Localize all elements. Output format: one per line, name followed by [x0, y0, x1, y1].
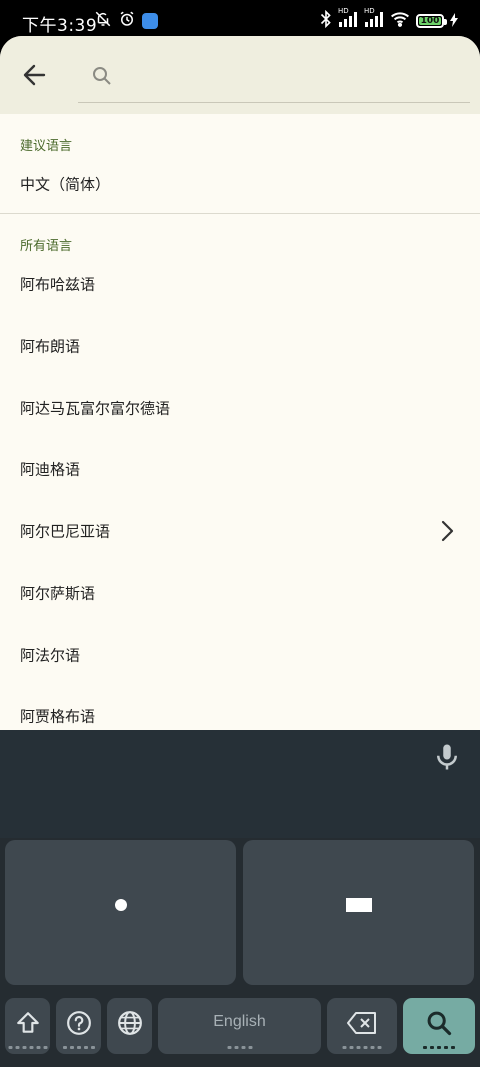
- dash-icon: [345, 898, 372, 913]
- globe-icon: [117, 1011, 142, 1036]
- language-label: 阿法尔语: [20, 646, 81, 665]
- search-field[interactable]: [78, 50, 470, 103]
- signal-label: HD: [338, 7, 349, 15]
- status-left-icons: [94, 10, 158, 32]
- dot-icon: [114, 899, 127, 912]
- language-label: 阿尔巴尼亚语: [20, 522, 111, 541]
- backspace-icon: [347, 1012, 376, 1035]
- status-time: 下午3:39: [22, 16, 98, 36]
- search-action-key[interactable]: [403, 998, 475, 1054]
- charging-icon: [450, 12, 458, 31]
- back-arrow-icon: [23, 64, 46, 86]
- search-icon: [92, 66, 112, 86]
- list-item[interactable]: 阿贾格布语: [0, 686, 480, 730]
- search-toolbar: [0, 36, 480, 114]
- backspace-key[interactable]: [327, 998, 397, 1054]
- battery-level: 100: [420, 16, 440, 26]
- language-label: 阿达马瓦富尔富尔德语: [20, 399, 171, 418]
- chevron-right-icon: [440, 520, 454, 542]
- list-item[interactable]: 中文（简体）: [0, 154, 480, 214]
- battery-icon: 100: [416, 14, 447, 28]
- dash-key[interactable]: [243, 840, 474, 985]
- wifi-icon: [390, 11, 410, 31]
- status-right-icons: HD HD 100: [320, 7, 458, 32]
- language-label: 阿迪格语: [20, 460, 81, 479]
- list-item[interactable]: 阿尔萨斯语: [0, 563, 480, 623]
- section-divider: [0, 213, 480, 214]
- signal-icon: HD: [364, 7, 384, 31]
- keyboard-suggestion-strip: [0, 730, 480, 838]
- language-label: 阿尔萨斯语: [20, 584, 96, 603]
- bluetooth-icon: [320, 9, 332, 32]
- language-label: 中文（简体）: [20, 175, 111, 194]
- help-icon: [66, 1011, 91, 1036]
- app-notification-icon: [142, 13, 158, 29]
- keyboard: English: [0, 730, 480, 1067]
- list-item[interactable]: 阿布朗语: [0, 316, 480, 376]
- list-item[interactable]: 阿达马瓦富尔富尔德语: [0, 378, 480, 438]
- suggested-languages-header: 建议语言: [20, 139, 73, 154]
- bell-off-icon: [94, 10, 112, 32]
- back-button[interactable]: [18, 60, 52, 90]
- help-key[interactable]: [56, 998, 101, 1054]
- list-item[interactable]: 阿布哈兹语: [0, 254, 480, 314]
- search-icon: [427, 1011, 452, 1036]
- microphone-button[interactable]: [432, 742, 462, 772]
- search-input[interactable]: [124, 60, 458, 94]
- dot-key[interactable]: [5, 840, 236, 985]
- all-languages-header: 所有语言: [20, 239, 73, 254]
- list-item[interactable]: 阿法尔语: [0, 625, 480, 685]
- language-label: 阿布哈兹语: [20, 275, 96, 294]
- shift-key[interactable]: [5, 998, 50, 1054]
- alarm-icon: [118, 10, 136, 32]
- status-bar: 下午3:39 HD HD 100: [0, 0, 480, 40]
- signal-label: HD: [364, 7, 375, 15]
- language-picker-sheet: 建议语言 中文（简体） 所有语言 阿布哈兹语 阿布朗语 阿达马瓦富尔富尔德语 阿…: [0, 36, 480, 730]
- language-label: 阿布朗语: [20, 337, 81, 356]
- list-item[interactable]: 阿尔巴尼亚语: [0, 501, 480, 561]
- signal-icon: HD: [338, 7, 358, 31]
- shift-icon: [16, 1012, 39, 1033]
- language-label: 阿贾格布语: [20, 707, 96, 726]
- space-key-label: English: [213, 1013, 266, 1030]
- language-switch-key[interactable]: [107, 998, 152, 1054]
- space-key[interactable]: English: [158, 998, 321, 1054]
- microphone-icon: [437, 744, 457, 770]
- list-item[interactable]: 阿迪格语: [0, 439, 480, 499]
